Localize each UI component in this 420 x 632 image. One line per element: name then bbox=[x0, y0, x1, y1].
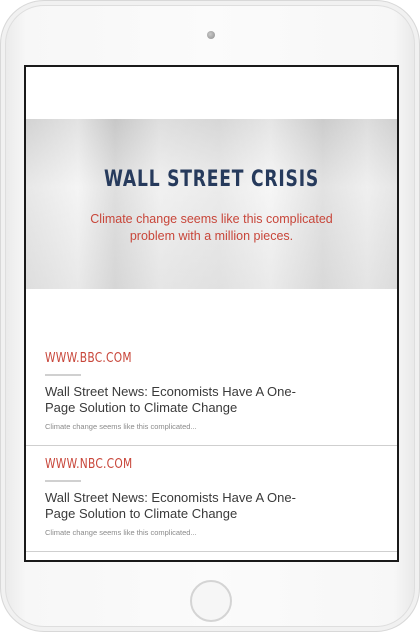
hero-background-image bbox=[26, 119, 397, 289]
article-source-link[interactable]: WWW.BBC.COM bbox=[45, 351, 334, 366]
source-underline bbox=[45, 480, 81, 482]
article-card[interactable]: WWW.BBC.COM Wall Street News: Economists… bbox=[45, 351, 397, 431]
home-button[interactable] bbox=[190, 580, 232, 622]
tablet-frame: WALL STREET CRISIS Climate change seems … bbox=[0, 0, 420, 632]
article-snippet: Climate change seems like this complicat… bbox=[45, 422, 197, 431]
article-card[interactable]: WWW.NBC.COM Wall Street News: Economists… bbox=[45, 457, 397, 537]
hero-banner: WALL STREET CRISIS Climate change seems … bbox=[26, 119, 397, 289]
hero-subtitle: Climate change seems like this complicat… bbox=[90, 212, 333, 243]
article-divider bbox=[26, 445, 397, 446]
article-headline[interactable]: Wall Street News: Economists Have A One-… bbox=[45, 384, 315, 416]
article-headline[interactable]: Wall Street News: Economists Have A One-… bbox=[45, 490, 315, 522]
camera-icon bbox=[207, 31, 215, 39]
source-underline bbox=[45, 374, 81, 376]
article-snippet: Climate change seems like this complicat… bbox=[45, 528, 197, 537]
article-source-link[interactable]: WWW.NBC.COM bbox=[45, 457, 334, 472]
hero-title: WALL STREET CRISIS bbox=[103, 167, 320, 192]
tablet-screen: WALL STREET CRISIS Climate change seems … bbox=[24, 65, 399, 562]
article-divider bbox=[26, 551, 397, 552]
